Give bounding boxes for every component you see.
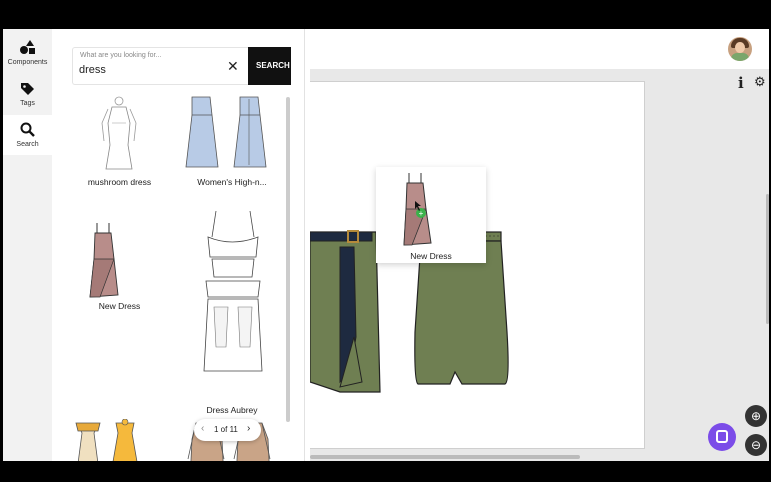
blue-dress-icon (185, 96, 267, 168)
chat-button[interactable] (708, 423, 736, 451)
pink-dress-icon: + (403, 173, 432, 246)
nav-components[interactable]: Components (3, 33, 52, 73)
result-item[interactable] (182, 207, 282, 387)
info-icon[interactable]: i (738, 74, 744, 92)
result-item[interactable]: Women's High-n... (182, 93, 282, 201)
tag-icon (21, 83, 34, 95)
search-input[interactable] (79, 64, 219, 76)
nav-tags[interactable]: Tags (3, 74, 52, 114)
canvas-vertical-scrollbar[interactable] (766, 194, 769, 324)
zoom-in-button[interactable]: ⊕ (745, 405, 767, 427)
ruffle-dress-icon (203, 210, 263, 372)
prev-page-icon[interactable]: ‹ (201, 423, 204, 434)
result-label: Dress Aubrey (206, 405, 258, 415)
canvas-horizontal-scrollbar[interactable] (310, 455, 580, 459)
dragged-item-label: New Dress (410, 251, 452, 261)
result-label: New Dress (98, 301, 141, 311)
canvas-area[interactable] (309, 69, 769, 461)
nav-search[interactable]: Search (3, 115, 52, 155)
nav-components-label: Components (7, 59, 48, 66)
result-label: Women's High-n... (197, 177, 267, 187)
search-box[interactable]: What are you looking for... ✕ (72, 47, 249, 85)
pagination[interactable]: ‹ 1 of 11 › (194, 419, 261, 441)
results-scrollbar[interactable] (286, 97, 290, 422)
gear-icon[interactable]: ⚙ (754, 74, 766, 90)
user-avatar[interactable] (728, 37, 752, 61)
pink-dress-icon (89, 223, 119, 298)
zoom-out-button[interactable]: ⊖ (745, 434, 767, 456)
page-indicator: 1 of 11 (214, 425, 238, 434)
result-item[interactable] (72, 418, 167, 461)
app-window: i ⚙ ⊕ ⊖ + New Dress Components Tags Sear… (3, 29, 769, 461)
result-item[interactable]: mushroom dress (72, 93, 167, 201)
dragged-item-card[interactable]: + New Dress (376, 167, 486, 263)
nav-tags-label: Tags (20, 100, 35, 107)
skirt-drawings[interactable] (309, 82, 644, 448)
nav-search-label: Search (16, 141, 39, 148)
left-skirt[interactable] (309, 230, 381, 393)
zoom-out-icon: ⊖ (750, 438, 762, 452)
search-results: mushroom dress Women's High-n... New Dre… (72, 89, 284, 461)
artboard[interactable] (309, 81, 645, 449)
result-item[interactable]: New Dress (72, 221, 167, 321)
yellow-dress-icon (75, 418, 138, 461)
chat-icon (716, 430, 728, 443)
sketch-dress-icon (101, 96, 137, 170)
search-panel: What are you looking for... ✕ SEARCH mus… (52, 29, 305, 461)
zoom-in-icon: ⊕ (750, 409, 762, 423)
result-label: mushroom dress (87, 177, 152, 187)
next-page-icon[interactable]: › (247, 423, 250, 434)
search-button[interactable]: SEARCH (248, 47, 291, 85)
search-hint: What are you looking for... (80, 52, 162, 59)
clear-search-icon[interactable]: ✕ (227, 59, 239, 73)
search-icon (20, 122, 35, 137)
shapes-icon (20, 40, 35, 54)
left-sidebar: Components Tags Search (3, 29, 52, 461)
